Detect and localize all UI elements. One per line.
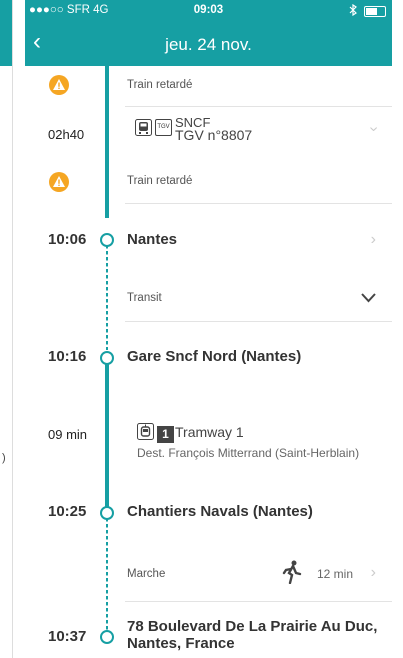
stop-time-gare-nord: 10:16 bbox=[48, 348, 87, 365]
stop-node bbox=[100, 351, 114, 365]
divider bbox=[125, 601, 392, 602]
transit-dotted-line bbox=[106, 245, 108, 350]
train-icon bbox=[135, 119, 152, 141]
train-line-name: TGV n°8807 bbox=[175, 127, 253, 143]
warning-icon bbox=[48, 75, 70, 95]
phone-screen: ●●●○○ SFR 4G 09:03 ‹ jeu. 24 nov. Train … bbox=[25, 0, 392, 658]
tram-duration: 09 min bbox=[48, 427, 88, 442]
tram-destination: Dest. François Mitterrand (Saint-Herblai… bbox=[137, 446, 360, 460]
chevron-down-icon[interactable]: › bbox=[364, 126, 382, 131]
transit-label: Transit bbox=[127, 292, 162, 304]
warning-icon bbox=[48, 172, 70, 192]
left-edge-header bbox=[0, 0, 12, 66]
divider bbox=[125, 203, 392, 204]
right-edge-panel bbox=[391, 0, 403, 658]
stop-node bbox=[100, 630, 114, 644]
walk-duration: 12 min bbox=[317, 567, 354, 581]
train-timeline-line bbox=[105, 66, 109, 218]
divider bbox=[125, 106, 392, 107]
stop-node bbox=[100, 506, 114, 520]
chevron-right-icon[interactable]: › bbox=[371, 564, 376, 582]
delay-label-1: Train retardé bbox=[127, 79, 193, 91]
stop-time-arrival: 10:37 bbox=[48, 628, 87, 645]
tram-line-number-badge: 1 bbox=[157, 425, 174, 443]
battery-icon bbox=[364, 6, 386, 17]
left-edge-mark: ) bbox=[2, 452, 6, 464]
tram-timeline-line bbox=[105, 360, 109, 508]
status-time: 09:03 bbox=[193, 4, 224, 16]
train-icons: TGV bbox=[135, 119, 172, 141]
status-bar: ●●●○○ SFR 4G 09:03 bbox=[25, 0, 392, 22]
walking-person-icon bbox=[282, 560, 302, 589]
status-icons bbox=[348, 3, 386, 19]
stop-name-chantiers[interactable]: Chantiers Navals (Nantes) bbox=[127, 503, 313, 520]
stop-time-nantes: 10:06 bbox=[48, 231, 87, 248]
stop-time-chantiers: 10:25 bbox=[48, 503, 87, 520]
left-edge-panel: ) bbox=[0, 0, 13, 658]
page-title: jeu. 24 nov. bbox=[165, 35, 252, 54]
stop-node bbox=[100, 233, 114, 247]
transit-chevron-down-icon[interactable] bbox=[361, 290, 376, 308]
stop-name-nantes[interactable]: Nantes bbox=[127, 231, 177, 248]
chevron-right-icon[interactable]: › bbox=[371, 231, 376, 249]
tgv-badge-icon: TGV bbox=[155, 119, 172, 136]
divider bbox=[125, 321, 392, 322]
walk-dotted-line bbox=[106, 518, 108, 634]
stop-name-arrival[interactable]: 78 Boulevard De La Prairie Au Duc, Nante… bbox=[127, 618, 382, 652]
bluetooth-icon bbox=[348, 3, 358, 19]
tram-icons: 1 bbox=[137, 423, 174, 445]
walk-label: Marche bbox=[127, 568, 166, 580]
train-duration: 02h40 bbox=[48, 127, 85, 142]
nav-bar: ‹ jeu. 24 nov. bbox=[25, 22, 392, 66]
train-operator: SNCF TGV n°8807 bbox=[175, 116, 252, 142]
tram-icon bbox=[137, 423, 154, 445]
stop-name-gare-nord[interactable]: Gare Sncf Nord (Nantes) bbox=[127, 348, 301, 365]
delay-label-2: Train retardé bbox=[127, 175, 193, 187]
tram-line-name: Tramway 1 bbox=[175, 424, 244, 440]
